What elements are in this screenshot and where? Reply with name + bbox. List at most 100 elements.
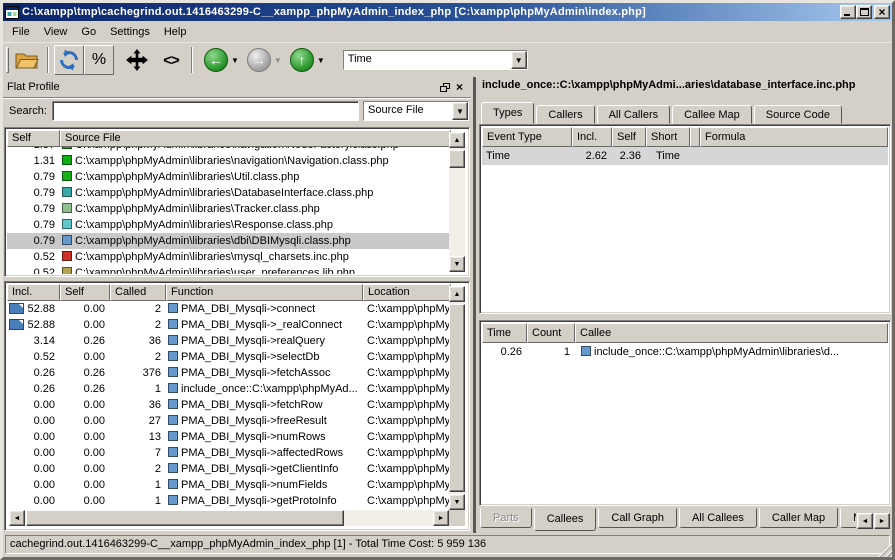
tab-types[interactable]: Types (481, 102, 534, 124)
function-table-vscrollbar[interactable]: ▲ ▼ (449, 286, 465, 510)
event-type-row[interactable]: Time2.622.36Time (482, 147, 888, 165)
back-dropdown-caret[interactable]: ▼ (231, 56, 239, 65)
scroll-left-icon[interactable]: ◄ (9, 510, 25, 526)
tab-scroll-left-icon[interactable]: ◄ (857, 513, 873, 529)
menu-item-settings[interactable]: Settings (103, 24, 157, 40)
forward-dropdown-caret[interactable]: ▼ (274, 56, 282, 65)
function-row[interactable]: 0.000.0013PMA_DBI_Mysqli->numRowsC:\xamp… (7, 429, 451, 445)
file-row[interactable]: 0.52C:\xampp\phpMyAdmin\libraries\mysql_… (7, 249, 451, 265)
file-row[interactable]: 0.79C:\xampp\phpMyAdmin\libraries\Respon… (7, 217, 451, 233)
toolbar-handle[interactable] (6, 47, 9, 73)
up-button[interactable]: ↑ (290, 48, 314, 72)
tab-all-callers[interactable]: All Callers (597, 105, 671, 124)
function-row[interactable]: 3.140.2636PMA_DBI_Mysqli->realQueryC:\xa… (7, 333, 451, 349)
function-row[interactable]: 52.880.002PMA_DBI_Mysqli->connectC:\xamp… (7, 301, 451, 317)
menu-item-file[interactable]: File (5, 24, 37, 40)
column-header-formula[interactable]: Formula (700, 127, 888, 147)
bottom-tab-all-callees[interactable]: All Callees (679, 508, 757, 528)
column-header-time[interactable]: Time (482, 323, 527, 343)
relative-cost-button[interactable] (122, 45, 152, 75)
maximize-icon (860, 8, 869, 16)
tab-callers[interactable]: Callers (536, 105, 594, 124)
function-table-hscrollbar[interactable]: ◄ ► (9, 510, 449, 526)
minimize-button[interactable] (840, 5, 856, 19)
cycle-grouping-button[interactable] (54, 45, 84, 75)
event-type-combobox[interactable]: Time ▼ (343, 50, 528, 70)
title-bar[interactable]: C:\xampp\tmp\cachegrind.out.1416463299-C… (3, 3, 892, 21)
menu-item-view[interactable]: View (37, 24, 75, 40)
dock-title-bar[interactable]: Flat Profile × (3, 77, 471, 97)
dock-close-button[interactable]: × (452, 80, 467, 94)
percent-toggle-button[interactable]: % (84, 45, 114, 75)
column-header-function[interactable]: Function (166, 284, 363, 301)
maximize-button[interactable] (856, 5, 872, 19)
file-path: C:\xampp\phpMyAdmin\libraries\DatabaseIn… (75, 187, 373, 199)
function-row[interactable]: 0.260.261include_once::C:\xampp\phpMyAd.… (7, 381, 451, 397)
search-input[interactable] (52, 101, 359, 121)
bottom-tab-callees[interactable]: Callees (534, 508, 597, 531)
combobox-dropdown-icon[interactable]: ▼ (511, 51, 527, 69)
up-dropdown-caret[interactable]: ▼ (317, 56, 325, 65)
scroll-down-icon[interactable]: ▼ (449, 494, 465, 510)
function-row[interactable]: 0.000.0036PMA_DBI_Mysqli->fetchRowC:\xam… (7, 397, 451, 413)
file-row[interactable]: 0.52C:\xampp\phpMyAdmin\libraries\user_p… (7, 265, 451, 274)
file-row[interactable]: 1.31C:\xampp\phpMyAdmin\libraries\naviga… (7, 153, 451, 169)
forward-button[interactable]: → (247, 48, 271, 72)
function-row[interactable]: 0.000.001PMA_DBI_Mysqli->numFieldsC:\xam… (7, 477, 451, 493)
function-row[interactable]: 0.000.0027PMA_DBI_Mysqli->freeResultC:\x… (7, 413, 451, 429)
bottom-tab-parts[interactable]: Parts (480, 508, 532, 528)
panel-splitter[interactable] (473, 77, 477, 533)
bottom-tab-caller-map[interactable]: Caller Map (759, 508, 838, 528)
column-header-incl[interactable]: Incl. (572, 127, 612, 147)
incl-value: 52.88 (7, 301, 60, 317)
function-row[interactable]: 0.000.007PMA_DBI_Mysqli->affectedRowsC:\… (7, 445, 451, 461)
scroll-thumb[interactable] (449, 150, 465, 168)
file-row[interactable]: 0.79C:\xampp\phpMyAdmin\libraries\dbi\DB… (7, 233, 451, 249)
menu-item-help[interactable]: Help (157, 24, 194, 40)
menu-item-go[interactable]: Go (74, 24, 103, 40)
column-header-self[interactable]: Self (60, 284, 110, 301)
scroll-right-icon[interactable]: ► (433, 510, 449, 526)
column-header-called[interactable]: Called (110, 284, 166, 301)
tab-source-code[interactable]: Source Code (754, 105, 842, 124)
file-table-vscrollbar[interactable]: ▲ ▼ (449, 132, 465, 272)
back-button[interactable]: ← (204, 48, 228, 72)
function-row[interactable]: 52.880.002PMA_DBI_Mysqli->_realConnectC:… (7, 317, 451, 333)
scroll-up-icon[interactable]: ▲ (449, 286, 465, 302)
bottom-tab-call-graph[interactable]: Call Graph (598, 508, 677, 528)
tab-scroll-right-icon[interactable]: ► (874, 513, 890, 529)
callee-row[interactable]: 0.261include_once::C:\xampp\phpMyAdmin\l… (482, 343, 888, 361)
file-row[interactable]: 0.79C:\xampp\phpMyAdmin\libraries\Util.c… (7, 169, 451, 185)
scroll-up-icon[interactable]: ▲ (449, 132, 465, 148)
column-header-short[interactable]: Short (646, 127, 690, 147)
function-row[interactable]: 0.260.26376PMA_DBI_Mysqli->fetchAssocC:\… (7, 365, 451, 381)
grouping-dropdown-icon[interactable]: ▼ (452, 102, 468, 120)
bottom-tab-machine[interactable]: Machine (840, 508, 856, 528)
grouping-combobox[interactable]: Source File ▼ (363, 101, 469, 121)
column-header-spacer[interactable] (690, 127, 700, 147)
function-row[interactable]: 0.000.002PMA_DBI_Mysqli->getClientInfoC:… (7, 461, 451, 477)
column-header-event-type[interactable]: Event Type (482, 127, 572, 147)
scroll-thumb[interactable] (449, 304, 465, 492)
open-file-button[interactable] (12, 45, 42, 75)
scroll-down-icon[interactable]: ▼ (449, 256, 465, 272)
shorten-templates-button[interactable]: <> (156, 45, 186, 75)
function-table-header: Incl. Self Called Function Location (7, 284, 451, 301)
function-row[interactable]: 0.000.001PMA_DBI_Mysqli->getProtoInfoC:\… (7, 493, 451, 509)
column-header-location[interactable]: Location (363, 284, 451, 301)
file-row[interactable]: 0.79C:\xampp\phpMyAdmin\libraries\Databa… (7, 185, 451, 201)
incl-value: 52.88 (7, 317, 60, 333)
dock-float-button[interactable] (437, 80, 452, 94)
column-header-self[interactable]: Self (612, 127, 646, 147)
scroll-thumb[interactable] (26, 510, 344, 526)
column-header-source-file[interactable]: Source File (60, 130, 451, 147)
close-button[interactable]: × (874, 5, 890, 19)
column-header-incl[interactable]: Incl. (7, 284, 60, 301)
function-row[interactable]: 0.520.002PMA_DBI_Mysqli->selectDbC:\xamp… (7, 349, 451, 365)
tab-callee-map[interactable]: Callee Map (672, 105, 752, 124)
detail-bottom-tabs: PartsCalleesCall GraphAll CalleesCaller … (480, 508, 856, 532)
column-header-self[interactable]: Self (7, 130, 60, 147)
file-row[interactable]: 0.79C:\xampp\phpMyAdmin\libraries\Tracke… (7, 201, 451, 217)
column-header-callee[interactable]: Callee (575, 323, 888, 343)
column-header-count[interactable]: Count (527, 323, 575, 343)
